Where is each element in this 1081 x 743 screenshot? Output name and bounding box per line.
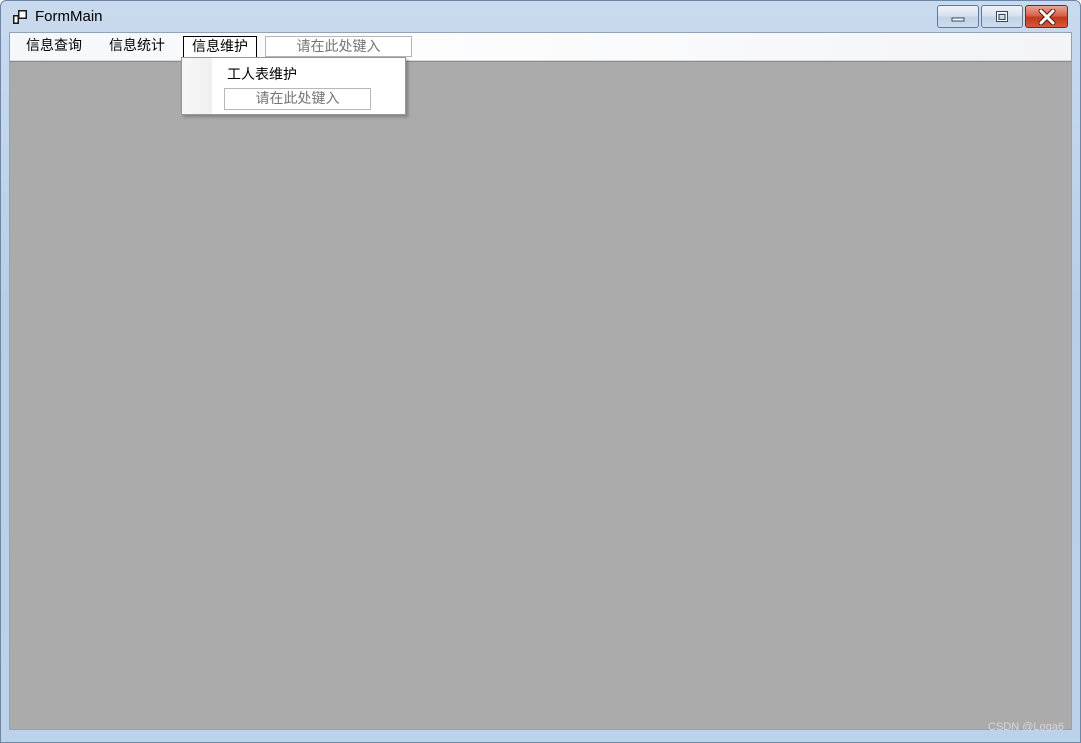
dropdown-type-here-input[interactable] [224,88,371,110]
dropdown-item-worker-table-maintenance[interactable]: 工人表维护 [227,64,297,84]
caption-buttons [935,5,1068,28]
minimize-button[interactable] [937,5,979,28]
app-window-icon [13,10,27,24]
maximize-icon [996,10,1008,22]
window-title: FormMain [35,8,103,25]
minimize-icon [951,17,965,21]
close-icon [1038,8,1055,25]
close-button[interactable] [1025,5,1068,28]
main-window: FormMain 信息查询 信息统计 信息维护 请在此处键入 工人表维护 请在此… [0,0,1081,743]
watermark: CSDN @Loga6 [988,721,1064,733]
menu-bar: 信息查询 信息统计 信息维护 [10,33,1071,61]
mdi-client-area [10,61,1071,729]
menu-item-info-statistics[interactable]: 信息统计 [101,36,173,58]
dropdown-image-margin [182,58,212,114]
menu-type-here-input[interactable] [265,36,412,57]
title-bar[interactable]: FormMain [1,1,1080,33]
maximize-button[interactable] [981,5,1023,28]
menu-item-info-maintenance[interactable]: 信息维护 [183,36,257,58]
maintenance-dropdown-menu: 工人表维护 [181,57,406,115]
menu-item-info-query[interactable]: 信息查询 [18,36,90,58]
client-area: 信息查询 信息统计 信息维护 [9,32,1072,730]
